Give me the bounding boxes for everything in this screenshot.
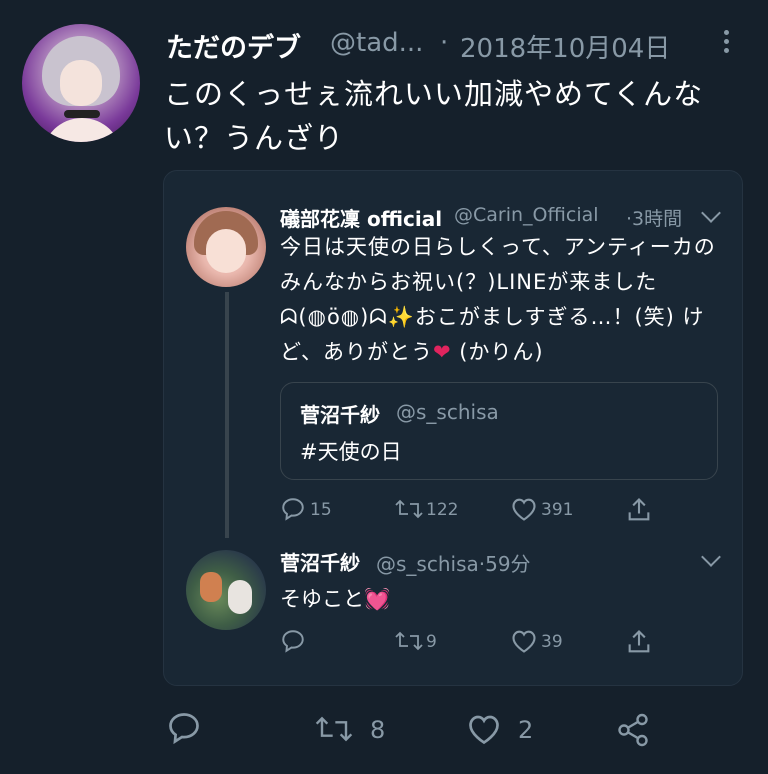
quoted-tweet-time[interactable]: ·3時間 xyxy=(626,204,682,231)
heart-icon[interactable] xyxy=(510,496,538,522)
nested-hashtag[interactable]: #天使の日 xyxy=(300,436,402,466)
quoted-text-suffix: (かりん) xyxy=(451,340,544,364)
red-heart-emoji: ❤ xyxy=(432,340,452,364)
reply-like-count: 39 xyxy=(541,632,563,652)
nested-author-handle: @s_schisa xyxy=(396,400,499,424)
quoted-reply-count: 15 xyxy=(310,500,332,520)
reply-author-handle[interactable]: @s_schisa·59分 xyxy=(376,548,531,577)
quoted-author-handle[interactable]: @Carin_Official xyxy=(454,204,599,226)
quoted-like-count: 391 xyxy=(541,500,574,520)
reply-handle-text: @s_schisa xyxy=(376,552,479,576)
reply-text-body: そゆこと xyxy=(280,587,364,611)
more-icon[interactable] xyxy=(716,26,736,60)
quoted-tweet-text: 今日は天使の日らしくって、アンティーカのみんなからお祝い(？)LINEが来ました… xyxy=(280,230,720,370)
thread-line xyxy=(225,292,229,538)
tweet-text: このくっせぇ流れいい加減やめてくんない？うんざり xyxy=(164,77,704,155)
tweet-date[interactable]: 2018年10月04日 xyxy=(460,28,670,65)
reply-author-name[interactable]: 菅沼千紗 xyxy=(280,547,360,576)
separator-dot: · xyxy=(440,28,449,58)
reply-icon[interactable] xyxy=(280,496,306,522)
author-handle[interactable]: @tad... xyxy=(330,28,423,58)
retweet-icon[interactable] xyxy=(394,628,424,654)
reply-tweet-text: そゆこと💓 xyxy=(280,583,390,613)
heart-icon[interactable] xyxy=(510,628,538,654)
reply-icon[interactable] xyxy=(166,710,202,746)
pink-heart-emoji: 💓 xyxy=(364,587,391,611)
author-display-name[interactable]: ただのデブ xyxy=(166,26,301,65)
retweet-icon[interactable] xyxy=(394,496,424,522)
retweet-icon[interactable] xyxy=(314,712,354,746)
quoted-author-name[interactable]: 礒部花凜 official xyxy=(280,203,442,232)
tweet-like-count: 2 xyxy=(518,716,534,744)
reply-tweet-time: ·59分 xyxy=(478,552,531,576)
share-icon[interactable] xyxy=(625,496,653,524)
tweet-retweet-count: 8 xyxy=(370,716,386,744)
reply-retweet-count: 9 xyxy=(426,632,437,652)
heart-icon[interactable] xyxy=(466,712,502,746)
share-icon[interactable] xyxy=(614,712,652,748)
reply-author-avatar[interactable] xyxy=(186,550,266,630)
author-avatar[interactable] xyxy=(22,24,140,142)
nested-author-name: 菅沼千紗 xyxy=(300,403,380,427)
quoted-author-avatar[interactable] xyxy=(186,207,266,287)
share-icon[interactable] xyxy=(625,628,653,656)
quoted-retweet-count: 122 xyxy=(426,500,459,520)
reply-icon[interactable] xyxy=(280,628,306,654)
